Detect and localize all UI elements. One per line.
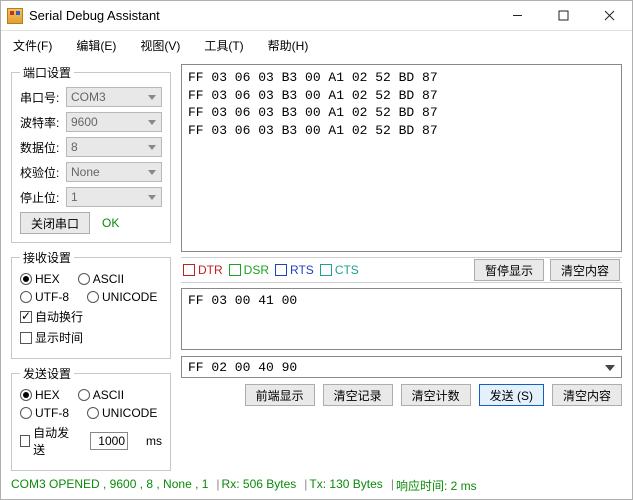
window-title: Serial Debug Assistant xyxy=(29,8,494,23)
send-button[interactable]: 发送 (S) xyxy=(479,384,544,406)
front-display-button[interactable]: 前端显示 xyxy=(245,384,315,406)
menu-tool[interactable]: 工具(T) xyxy=(204,37,243,54)
recv-settings-group: 接收设置 HEX ASCII UTF-8 UNICODE 自动换行 显示时间 xyxy=(11,249,171,359)
dtr-checkbox[interactable] xyxy=(183,264,195,276)
send-settings-group: 发送设置 HEX ASCII UTF-8 UNICODE 自动发送 ms xyxy=(11,365,171,471)
send-unicode-label: UNICODE xyxy=(102,406,157,420)
port-legend: 端口设置 xyxy=(20,64,74,81)
close-button[interactable] xyxy=(586,1,632,31)
status-tx-label: Tx: xyxy=(309,477,326,491)
send-ascii-label: ASCII xyxy=(93,388,124,402)
menu-edit[interactable]: 编辑(E) xyxy=(76,37,116,54)
status-rx-value: 506 xyxy=(243,477,263,491)
send-legend: 发送设置 xyxy=(20,365,74,382)
recv-ascii-radio[interactable] xyxy=(78,273,90,285)
recv-time-checkbox[interactable] xyxy=(20,332,32,344)
clear-rx-button[interactable]: 清空内容 xyxy=(550,259,620,281)
stopbits-label: 停止位: xyxy=(20,189,66,206)
close-port-button[interactable]: 关闭串口 xyxy=(20,212,90,234)
minimize-button[interactable] xyxy=(494,1,540,31)
recv-unicode-label: UNICODE xyxy=(102,290,157,304)
auto-send-label: 自动发送 xyxy=(33,424,72,458)
send-utf8-radio[interactable] xyxy=(20,407,32,419)
dtr-label: DTR xyxy=(198,263,223,277)
statusbar: COM3 OPENED , 9600 , 8 , None , 1 | Rx: … xyxy=(1,473,632,498)
status-resp-unit: ms xyxy=(461,479,477,493)
pause-display-button[interactable]: 暂停显示 xyxy=(474,259,544,281)
rts-label: RTS xyxy=(290,263,314,277)
dsr-label: DSR xyxy=(244,263,269,277)
port-name-label: 串口号: xyxy=(20,89,66,106)
clear-tx-button[interactable]: 清空内容 xyxy=(552,384,622,406)
databits-combo[interactable]: 8 xyxy=(66,137,162,157)
port-name-combo[interactable]: COM3 xyxy=(66,87,162,107)
menu-file[interactable]: 文件(F) xyxy=(13,37,52,54)
port-settings-group: 端口设置 串口号: COM3 波特率: 9600 数据位: 8 校验位: Non… xyxy=(11,64,171,243)
recv-unicode-radio[interactable] xyxy=(87,291,99,303)
dsr-checkbox[interactable] xyxy=(229,264,241,276)
maximize-button[interactable] xyxy=(540,1,586,31)
baud-combo[interactable]: 9600 xyxy=(66,112,162,132)
send-hex-radio[interactable] xyxy=(20,389,32,401)
tx-input[interactable]: FF 03 00 41 00 xyxy=(181,288,622,350)
send-ascii-radio[interactable] xyxy=(78,389,90,401)
parity-label: 校验位: xyxy=(20,164,66,181)
auto-send-checkbox[interactable] xyxy=(20,435,30,447)
recv-wrap-checkbox[interactable] xyxy=(20,311,32,323)
send-unicode-radio[interactable] xyxy=(87,407,99,419)
cts-checkbox[interactable] xyxy=(320,264,332,276)
menu-view[interactable]: 视图(V) xyxy=(140,37,180,54)
send-utf8-label: UTF-8 xyxy=(35,406,69,420)
recv-ascii-label: ASCII xyxy=(93,272,124,286)
menu-help[interactable]: 帮助(H) xyxy=(268,37,309,54)
titlebar: Serial Debug Assistant xyxy=(1,1,632,31)
recv-hex-label: HEX xyxy=(35,272,60,286)
cts-label: CTS xyxy=(335,263,359,277)
status-tx-value: 130 xyxy=(329,477,349,491)
stopbits-combo[interactable]: 1 xyxy=(66,187,162,207)
recv-utf8-radio[interactable] xyxy=(20,291,32,303)
recv-utf8-label: UTF-8 xyxy=(35,290,69,304)
signal-row: DTR DSR RTS CTS 暂停显示 清空内容 xyxy=(181,257,622,283)
recv-legend: 接收设置 xyxy=(20,249,74,266)
port-status-ok: OK xyxy=(102,216,119,230)
recv-wrap-label: 自动换行 xyxy=(35,308,83,325)
clear-count-button[interactable]: 清空计数 xyxy=(401,384,471,406)
recv-hex-radio[interactable] xyxy=(20,273,32,285)
baud-label: 波特率: xyxy=(20,114,66,131)
status-rx-unit: Bytes xyxy=(266,477,296,491)
status-resp-label: 响应时间: xyxy=(396,479,447,493)
auto-send-unit: ms xyxy=(146,434,162,448)
clear-log-button[interactable]: 清空记录 xyxy=(323,384,393,406)
send-hex-label: HEX xyxy=(35,388,60,402)
rx-display[interactable]: FF 03 06 03 B3 00 A1 02 52 BD 87 FF 03 0… xyxy=(181,64,622,252)
recv-time-label: 显示时间 xyxy=(35,329,83,346)
parity-combo[interactable]: None xyxy=(66,162,162,182)
action-row: 前端显示 清空记录 清空计数 发送 (S) 清空内容 xyxy=(181,384,622,406)
send-history-combo[interactable]: FF 02 00 40 90 xyxy=(181,356,622,378)
menubar: 文件(F) 编辑(E) 视图(V) 工具(T) 帮助(H) xyxy=(1,31,632,60)
status-resp-value: 2 xyxy=(451,479,458,493)
status-port: COM3 OPENED , 9600 , 8 , None , 1 xyxy=(11,477,208,494)
status-tx-unit: Bytes xyxy=(353,477,383,491)
app-icon xyxy=(7,8,23,24)
status-rx-label: Rx: xyxy=(222,477,240,491)
databits-label: 数据位: xyxy=(20,139,66,156)
auto-send-interval-input[interactable] xyxy=(90,432,128,450)
rts-checkbox[interactable] xyxy=(275,264,287,276)
